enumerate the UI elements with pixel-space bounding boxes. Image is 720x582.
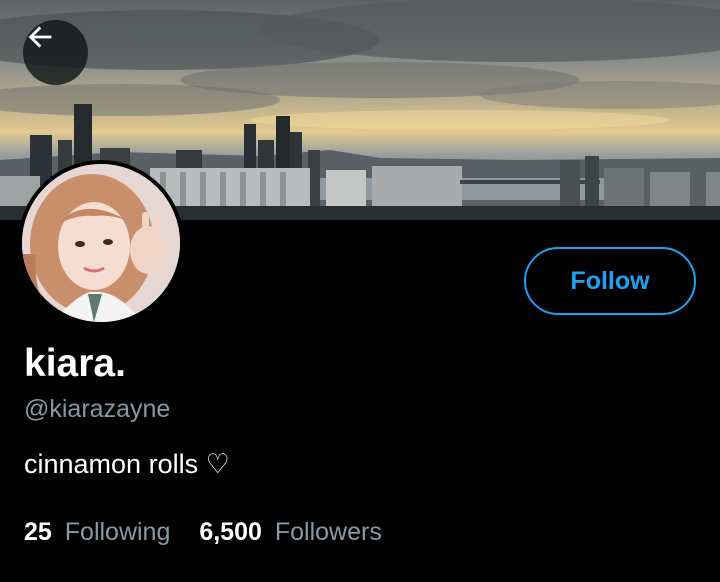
arrow-left-icon — [28, 26, 52, 48]
back-button[interactable] — [23, 20, 88, 85]
avatar[interactable] — [18, 160, 184, 326]
followers-label: Followers — [274, 518, 382, 546]
profile-stats: 25 Following 6,500 Followers — [24, 516, 404, 548]
following-count: 25 — [24, 518, 52, 546]
followers-count: 6,500 — [199, 518, 262, 546]
avatar-photo — [22, 164, 180, 322]
following-label: Following — [64, 518, 171, 546]
profile-bio: cinnamon rolls ♡ — [24, 449, 230, 479]
display-name: kiara. — [24, 342, 126, 385]
following-link[interactable]: 25 Following — [24, 516, 170, 548]
followers-link[interactable]: 6,500 Followers — [199, 516, 382, 548]
user-handle: @kiarazayne — [24, 395, 171, 423]
follow-button[interactable]: Follow — [524, 247, 696, 315]
